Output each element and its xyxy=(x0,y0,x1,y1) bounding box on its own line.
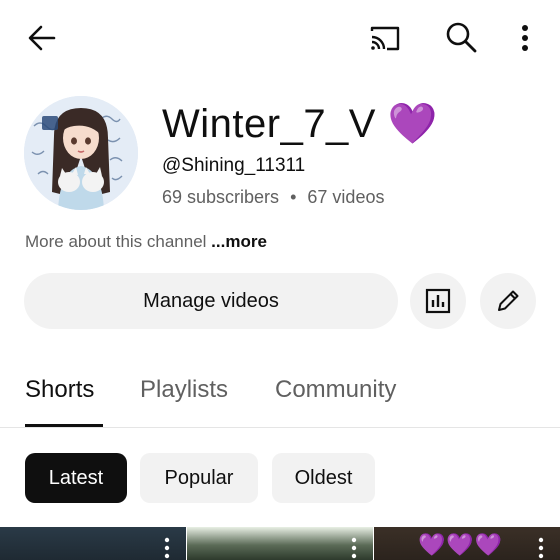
channel-name-text: Winter_7_V xyxy=(162,102,376,146)
tab-shorts[interactable]: Shorts xyxy=(25,376,94,404)
manage-videos-label: Manage videos xyxy=(143,289,279,312)
thumbnail-overlay-text: 💜💜💜 xyxy=(418,532,504,557)
chip-popular-label: Popular xyxy=(164,466,234,489)
more-vert-icon[interactable] xyxy=(538,537,544,560)
avatar-image xyxy=(24,96,138,210)
more-vert-icon xyxy=(522,25,528,51)
more-link[interactable]: ...more xyxy=(206,232,267,251)
chip-oldest-label: Oldest xyxy=(294,466,353,489)
short-thumbnail[interactable] xyxy=(187,527,373,560)
analytics-icon xyxy=(425,288,451,314)
channel-name: Winter_7_V 💜 xyxy=(162,100,438,147)
search-button[interactable] xyxy=(440,16,482,58)
chip-latest-label: Latest xyxy=(48,466,104,489)
active-tab-indicator xyxy=(25,424,103,427)
about-channel-link[interactable]: More about this channel ...more xyxy=(25,232,267,252)
search-icon xyxy=(446,22,477,53)
subscriber-count: 69 subscribers xyxy=(162,187,280,207)
tab-community[interactable]: Community xyxy=(275,376,396,404)
manage-videos-button[interactable]: Manage videos xyxy=(24,273,398,329)
more-vert-icon[interactable] xyxy=(164,537,170,560)
short-thumbnail[interactable] xyxy=(0,527,186,560)
channel-stats: 69 subscribers • 67 videos xyxy=(162,187,384,208)
more-vert-icon[interactable] xyxy=(351,537,357,560)
chip-latest[interactable]: Latest xyxy=(25,453,127,503)
pencil-icon xyxy=(498,290,519,311)
edit-button[interactable] xyxy=(480,273,536,329)
tab-playlists[interactable]: Playlists xyxy=(140,376,228,404)
more-options-button[interactable] xyxy=(510,18,540,58)
about-text: More about this channel xyxy=(25,232,207,251)
purple-heart-emoji: 💜 xyxy=(387,102,438,146)
channel-tabs: Shorts Playlists Community xyxy=(0,360,560,428)
channel-avatar[interactable] xyxy=(24,96,138,210)
back-arrow-icon xyxy=(28,25,56,51)
chip-popular[interactable]: Popular xyxy=(140,453,258,503)
cast-icon xyxy=(370,26,400,51)
short-thumbnail[interactable]: 💜💜💜 xyxy=(374,527,560,560)
chip-oldest[interactable]: Oldest xyxy=(272,453,375,503)
back-button[interactable] xyxy=(22,18,62,58)
analytics-button[interactable] xyxy=(410,273,466,329)
video-count: 67 videos xyxy=(307,187,385,207)
top-app-bar xyxy=(0,0,560,72)
stats-separator: • xyxy=(290,187,297,207)
channel-handle: @Shining_11311 xyxy=(162,155,306,176)
cast-button[interactable] xyxy=(364,18,404,58)
